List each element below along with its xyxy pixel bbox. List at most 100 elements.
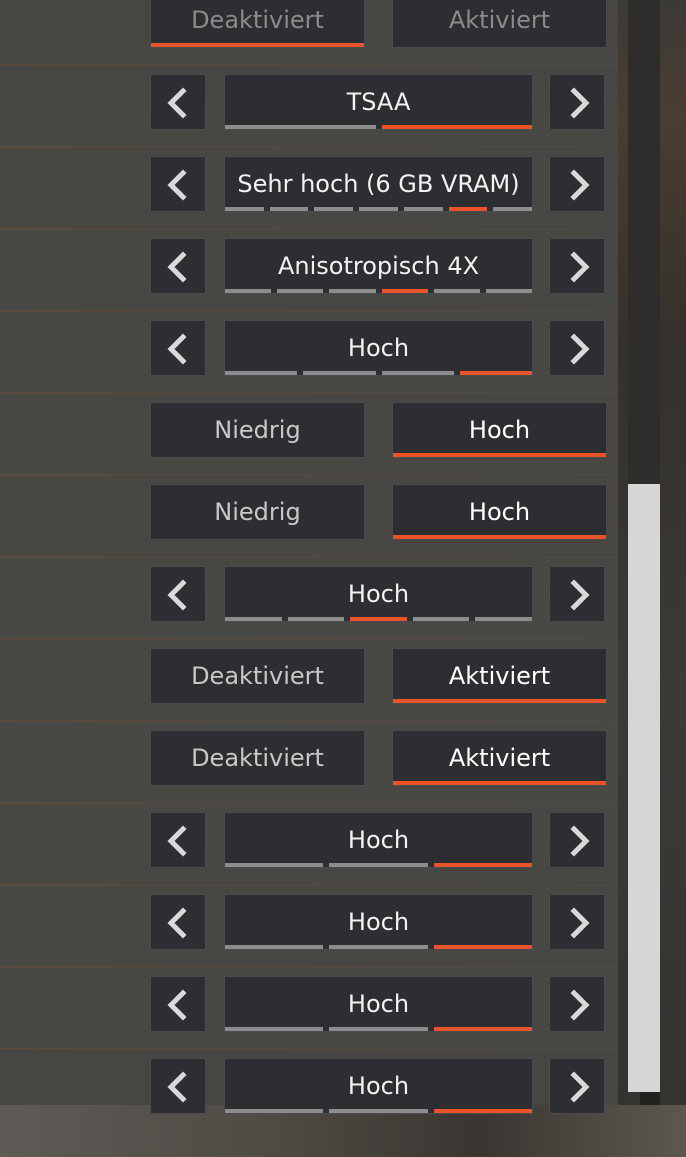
level-segment — [225, 945, 324, 949]
level-segment — [329, 1109, 428, 1113]
option-level-indicator — [225, 207, 533, 211]
option-value-label: Hoch — [347, 580, 410, 608]
next-option-button[interactable] — [549, 156, 605, 212]
option-right-button[interactable]: Hoch — [392, 484, 607, 540]
option-level-indicator — [225, 289, 533, 293]
previous-option-button[interactable] — [150, 894, 206, 950]
level-segment — [403, 207, 443, 211]
level-segment-active — [448, 207, 488, 211]
option-left-button[interactable]: Niedrig — [150, 484, 365, 540]
option-left-button[interactable]: Deaktiviert — [150, 730, 365, 786]
settings-row: Hoch — [0, 1058, 618, 1138]
previous-option-button[interactable] — [150, 74, 206, 130]
option-level-indicator — [225, 125, 532, 129]
settings-row: Niedrig Hoch — [0, 402, 618, 482]
level-segment — [329, 1027, 428, 1031]
previous-option-button[interactable] — [150, 238, 206, 294]
next-option-button[interactable] — [549, 976, 605, 1032]
row-separator — [0, 310, 618, 312]
option-level-indicator — [225, 1109, 532, 1113]
level-segment — [329, 863, 428, 867]
option-right-button[interactable]: Aktiviert — [392, 0, 607, 48]
option-value-label: Anisotropisch 4X — [277, 252, 480, 280]
option-value-display: Anisotropisch 4X — [224, 238, 533, 294]
level-segment — [475, 617, 532, 621]
previous-option-button[interactable] — [150, 156, 206, 212]
previous-option-button[interactable] — [150, 566, 206, 622]
option-value-display: Hoch — [224, 812, 533, 868]
selected-indicator — [393, 781, 606, 785]
option-right-button[interactable]: Hoch — [392, 402, 607, 458]
option-value-display: Hoch — [224, 976, 533, 1032]
settings-row: TSAA — [0, 74, 618, 154]
option-value-label: TSAA — [346, 88, 411, 116]
previous-option-button[interactable] — [150, 320, 206, 376]
row-separator — [0, 64, 618, 66]
option-value-display: Hoch — [224, 320, 533, 376]
level-segment-active — [381, 125, 532, 129]
level-segment — [329, 289, 376, 293]
option-left-button[interactable]: Niedrig — [150, 402, 365, 458]
level-segment — [433, 289, 480, 293]
settings-row: Sehr hoch (6 GB VRAM) — [0, 156, 618, 236]
settings-row: Hoch — [0, 566, 618, 646]
settings-row: Hoch — [0, 320, 618, 400]
level-segment — [412, 617, 470, 621]
level-segment-active — [433, 1109, 532, 1113]
option-level-indicator — [225, 617, 532, 621]
selected-indicator — [393, 699, 606, 703]
option-right-label: Hoch — [468, 498, 531, 526]
next-option-button[interactable] — [549, 812, 605, 868]
option-value-label: Hoch — [347, 908, 410, 936]
row-separator — [0, 556, 618, 558]
settings-row: Deaktiviert Aktiviert — [0, 730, 618, 810]
level-segment — [381, 371, 454, 375]
option-level-indicator — [225, 945, 532, 949]
option-right-button[interactable]: Aktiviert — [392, 730, 607, 786]
level-segment — [269, 207, 309, 211]
option-left-button[interactable]: Deaktiviert — [150, 648, 365, 704]
option-right-label: Hoch — [468, 416, 531, 444]
next-option-button[interactable] — [549, 894, 605, 950]
option-value-label: Hoch — [347, 334, 410, 362]
settings-row: Anisotropisch 4X — [0, 238, 618, 318]
option-value-label: Hoch — [347, 990, 410, 1018]
previous-option-button[interactable] — [150, 976, 206, 1032]
settings-row: Hoch — [0, 976, 618, 1056]
option-left-button[interactable]: Deaktiviert — [150, 0, 365, 48]
row-separator — [0, 392, 618, 394]
level-segment-active — [381, 289, 428, 293]
row-separator — [0, 720, 618, 722]
selected-indicator — [393, 453, 606, 457]
row-separator — [0, 1048, 618, 1050]
level-segment — [225, 1109, 324, 1113]
next-option-button[interactable] — [549, 1058, 605, 1114]
scrollbar-thumb[interactable] — [628, 484, 660, 1092]
level-segment-active — [433, 863, 532, 867]
previous-option-button[interactable] — [150, 1058, 206, 1114]
level-segment — [303, 371, 376, 375]
level-segment — [225, 1027, 324, 1031]
settings-row: Deaktiviert Aktiviert — [0, 648, 618, 728]
option-value-label: Hoch — [347, 1072, 410, 1100]
option-value-display: Hoch — [224, 1058, 533, 1114]
next-option-button[interactable] — [549, 74, 605, 130]
level-segment-active — [459, 371, 532, 375]
next-option-button[interactable] — [549, 320, 605, 376]
next-option-button[interactable] — [549, 238, 605, 294]
level-segment — [314, 207, 354, 211]
option-value-display: TSAA — [224, 74, 533, 130]
settings-row: Hoch — [0, 894, 618, 974]
level-segment — [485, 289, 533, 293]
previous-option-button[interactable] — [150, 812, 206, 868]
option-left-label: Deaktiviert — [191, 662, 324, 690]
row-separator — [0, 802, 618, 804]
option-level-indicator — [225, 1027, 532, 1031]
option-value-display: Sehr hoch (6 GB VRAM) — [224, 156, 533, 212]
next-option-button[interactable] — [549, 566, 605, 622]
row-separator — [0, 638, 618, 640]
level-segment — [329, 945, 428, 949]
option-right-label: Aktiviert — [448, 662, 551, 690]
row-separator — [0, 474, 618, 476]
option-right-button[interactable]: Aktiviert — [392, 648, 607, 704]
